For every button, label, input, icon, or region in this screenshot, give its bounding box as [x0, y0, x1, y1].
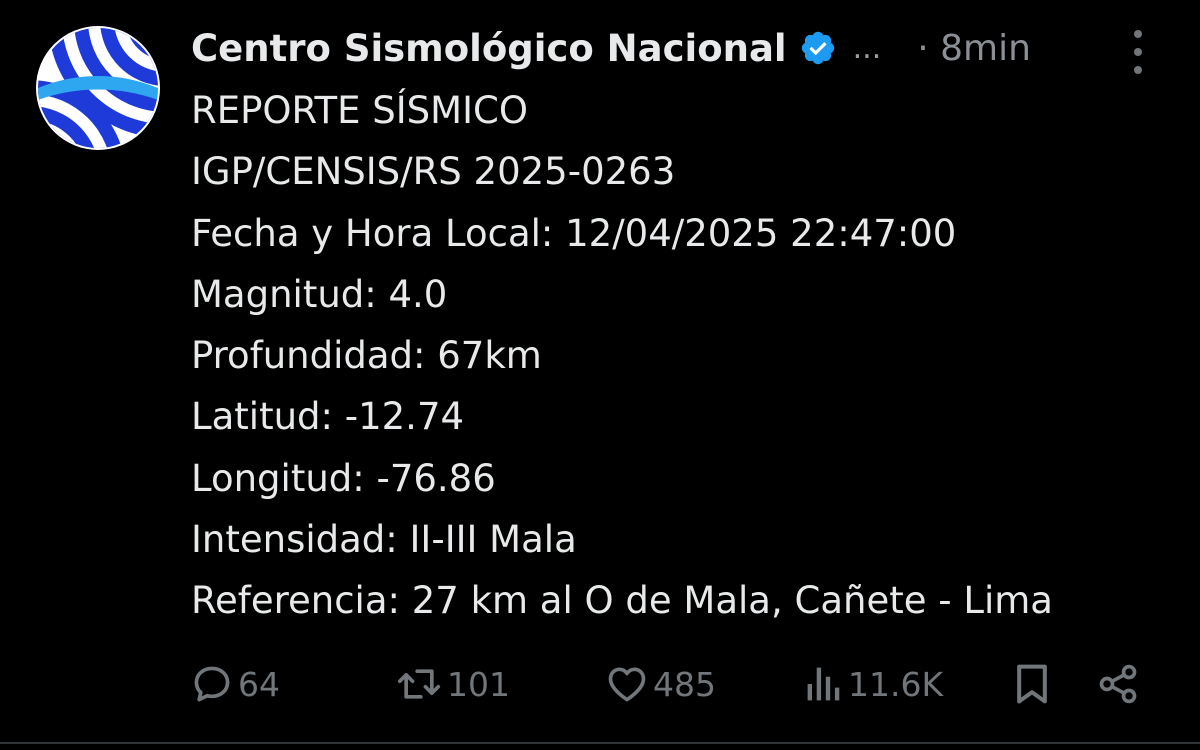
bookmark-icon — [1017, 664, 1047, 704]
seismic-waves-logo-icon — [38, 28, 158, 148]
like-count: 485 — [653, 664, 716, 704]
repost-icon — [397, 669, 441, 699]
repost-count: 101 — [447, 664, 510, 704]
views-button[interactable]: 11.6K — [804, 656, 943, 712]
bookmark-button[interactable] — [1012, 656, 1052, 712]
reply-icon — [194, 666, 230, 702]
more-options-icon[interactable] — [1128, 30, 1148, 74]
views-icon — [807, 667, 840, 701]
verified-badge-icon — [799, 29, 837, 67]
report-datetime: Fecha y Hora Local: 12/04/2025 22:47:00 — [191, 211, 957, 255]
tweet-divider — [0, 742, 1200, 744]
author-avatar[interactable] — [36, 26, 160, 150]
report-intensity: Intensidad: II-III Mala — [191, 518, 577, 562]
report-depth: Profundidad: 67km — [191, 334, 542, 378]
report-latitude: Latitud: -12.74 — [191, 395, 465, 439]
report-longitude: Longitud: -76.86 — [191, 456, 496, 500]
tweet[interactable]: Centro Sismológico Nacional ... · 8min R… — [0, 0, 1200, 750]
share-icon — [1099, 664, 1137, 704]
reply-button[interactable]: 64 — [190, 656, 280, 712]
report-magnitude: Magnitud: 4.0 — [191, 272, 448, 316]
share-button[interactable] — [1096, 656, 1140, 712]
report-reference: Referencia: 27 km al O de Mala, Cañete -… — [191, 579, 1053, 623]
like-icon — [608, 667, 646, 702]
like-button[interactable]: 485 — [605, 656, 716, 712]
views-count: 11.6K — [848, 664, 944, 704]
tweet-timestamp[interactable]: · 8min — [917, 28, 1031, 69]
tweet-text: REPORTE SÍSMICO IGP/CENSIS/RS 2025-0263 … — [191, 80, 1181, 632]
author-name[interactable]: Centro Sismológico Nacional — [191, 27, 787, 70]
name-truncation-ellipsis: ... — [852, 30, 882, 66]
report-title: REPORTE SÍSMICO — [191, 89, 528, 132]
tweet-actions: 64 101 485 11.6K — [190, 656, 1150, 712]
tweet-header: Centro Sismológico Nacional ... · 8min — [191, 20, 1171, 76]
report-id: IGP/CENSIS/RS 2025-0263 — [191, 150, 676, 194]
reply-count: 64 — [238, 664, 280, 704]
repost-button[interactable]: 101 — [395, 656, 510, 712]
